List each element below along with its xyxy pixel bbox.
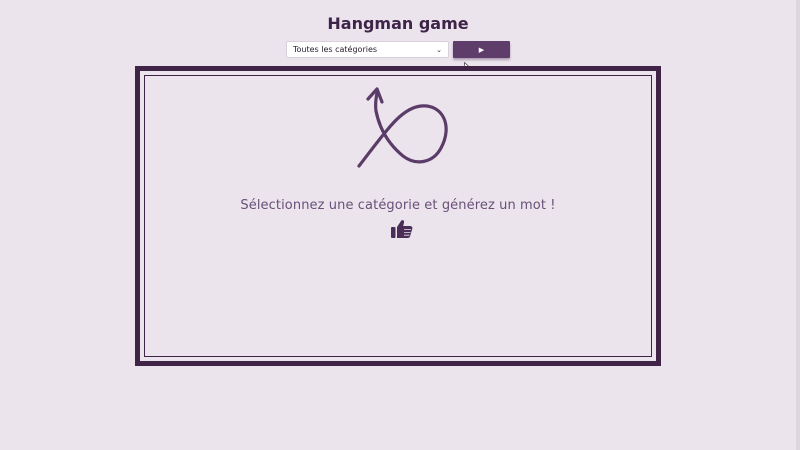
generate-word-button[interactable]: ▶: [453, 41, 510, 58]
category-select-value: Toutes les catégories: [293, 45, 378, 54]
instruction-text: Sélectionnez une catégorie et générez un…: [240, 198, 556, 213]
game-board: Sélectionnez une catégorie et générez un…: [135, 66, 661, 366]
category-select[interactable]: Toutes les catégories ⌄: [286, 41, 449, 58]
page-title: Hangman game: [327, 14, 469, 33]
controls-bar: Toutes les catégories ⌄ ▶: [286, 41, 510, 58]
play-icon: ▶: [478, 46, 485, 54]
chevron-down-icon: ⌄: [436, 45, 442, 54]
thumbs-up-icon: [391, 220, 413, 238]
squiggle-arrow-icon: [357, 87, 448, 168]
page-scrollbar[interactable]: [796, 0, 800, 450]
